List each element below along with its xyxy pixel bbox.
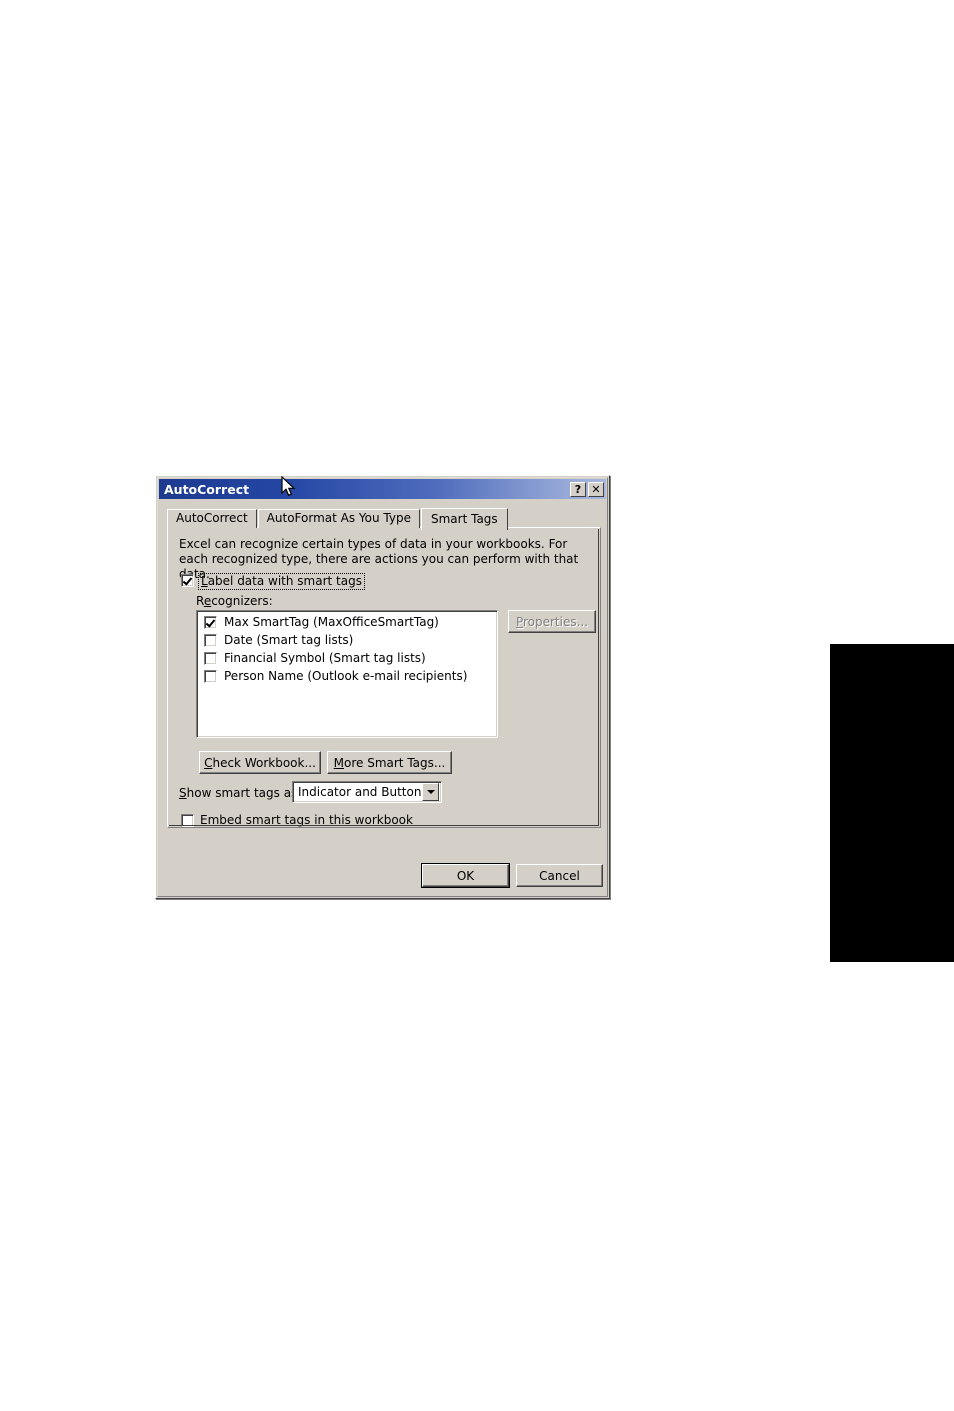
list-item[interactable]: Person Name (Outlook e-mail recipients): [200, 669, 494, 687]
list-item[interactable]: Date (Smart tag lists): [200, 633, 494, 651]
tab-smart-tags[interactable]: Smart Tags: [420, 508, 508, 530]
check-workbook-button-label: Check Workbook...: [204, 755, 316, 770]
dialog-title: AutoCorrect: [164, 481, 250, 497]
autocorrect-dialog: AutoCorrect ? ✕ AutoCorrect AutoFormat A…: [155, 475, 610, 899]
help-button[interactable]: ?: [570, 481, 586, 497]
title-bar-buttons: ? ✕: [570, 481, 604, 497]
tab-autoformat-as-you-type[interactable]: AutoFormat As You Type: [257, 509, 420, 528]
checkbox-box: [181, 814, 194, 827]
cancel-button[interactable]: Cancel: [516, 864, 603, 887]
tab-autocorrect[interactable]: AutoCorrect: [167, 509, 257, 528]
cancel-button-label: Cancel: [539, 868, 580, 883]
close-button[interactable]: ✕: [588, 481, 604, 497]
properties-button-label: Properties...: [515, 614, 589, 629]
list-item[interactable]: Max SmartTag (MaxOfficeSmartTag): [200, 615, 494, 633]
recognizer-label: Max SmartTag (MaxOfficeSmartTag): [224, 615, 439, 629]
recognizer-checkbox[interactable]: [204, 616, 217, 629]
recognizer-checkbox[interactable]: [204, 634, 217, 647]
list-item[interactable]: Financial Symbol (Smart tag lists): [200, 651, 494, 669]
ok-button[interactable]: OK: [421, 863, 510, 888]
recognizer-checkbox[interactable]: [204, 670, 217, 683]
tab-strip: AutoCorrect AutoFormat As You Type Smart…: [167, 507, 509, 530]
arrow-down-glyph: [426, 790, 435, 794]
recognizers-listbox[interactable]: Max SmartTag (MaxOfficeSmartTag) Date (S…: [196, 610, 498, 738]
label-data-with-smart-tags-label: Label data with smart tags: [198, 573, 365, 590]
smart-tags-tab-panel: Excel can recognize certain types of dat…: [167, 527, 601, 828]
label-data-with-smart-tags-checkbox[interactable]: Label data with smart tags: [181, 573, 365, 590]
redaction-block: [830, 644, 954, 962]
recognizer-label: Person Name (Outlook e-mail recipients): [224, 669, 468, 683]
show-smart-tags-as-dropdown[interactable]: Indicator and Button: [292, 781, 442, 803]
show-smart-tags-as-label: Show smart tags as: [179, 786, 298, 800]
recognizers-label: Recognizers:: [196, 594, 273, 608]
recognizer-label: Date (Smart tag lists): [224, 633, 354, 647]
recognizer-label: Financial Symbol (Smart tag lists): [224, 651, 426, 665]
checkbox-box: [181, 574, 194, 587]
embed-smart-tags-checkbox[interactable]: Embed smart tags in this workbook: [181, 813, 413, 827]
more-smart-tags-button-label: More Smart Tags...: [333, 755, 446, 770]
recognizer-checkbox[interactable]: [204, 652, 217, 665]
show-smart-tags-as-value: Indicator and Button: [298, 785, 422, 799]
properties-button[interactable]: Properties...: [508, 610, 596, 633]
more-smart-tags-button[interactable]: More Smart Tags...: [327, 751, 452, 774]
ok-button-label: OK: [456, 868, 475, 883]
chevron-down-icon[interactable]: [422, 783, 439, 801]
check-workbook-button[interactable]: Check Workbook...: [199, 751, 321, 774]
embed-smart-tags-label: Embed smart tags in this workbook: [200, 813, 413, 827]
title-bar[interactable]: AutoCorrect ? ✕: [159, 479, 606, 499]
